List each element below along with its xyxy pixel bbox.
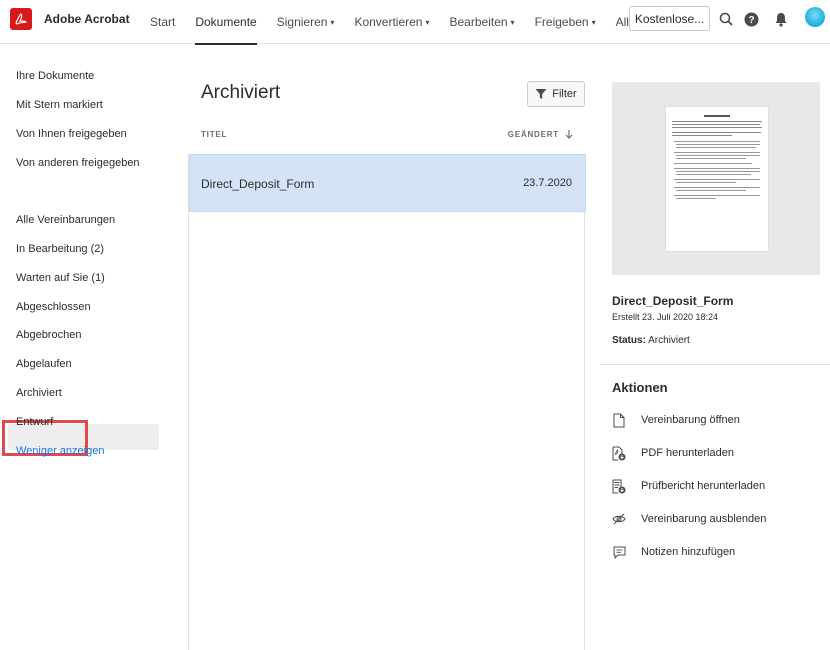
nav-dokumente[interactable]: Dokumente: [195, 0, 258, 45]
sidebar-item-von-ihnen-freigegeben[interactable]: Von Ihnen freigegeben: [16, 128, 127, 140]
acrobat-logo-icon: [10, 8, 32, 30]
row-date: 23.7.2020: [523, 177, 572, 189]
detail-panel: Direct_Deposit_Form Erstellt 23. Juli 20…: [600, 44, 830, 650]
document-thumbnail[interactable]: [612, 82, 820, 275]
status-label: Status:: [612, 335, 646, 346]
column-header-title[interactable]: TITEL: [201, 130, 227, 139]
sidebar-item-in-bearbeitung[interactable]: In Bearbeitung (2): [16, 243, 104, 255]
nav-konvertieren[interactable]: Konvertieren ▾: [354, 0, 429, 44]
sidebar-item-archiviert[interactable]: Archiviert: [16, 387, 62, 399]
top-navigation-bar: Adobe Acrobat Start Dokumente Signieren ▾…: [0, 0, 830, 45]
divider: [600, 364, 830, 365]
sidebar-item-mit-stern[interactable]: Mit Stern markiert: [16, 99, 103, 111]
document-icon: [612, 412, 626, 428]
nav-freigeben[interactable]: Freigeben ▾: [535, 0, 596, 44]
pdf-download-icon: [612, 445, 626, 461]
document-name: Direct_Deposit_Form: [612, 294, 734, 308]
thumbnail-page: [666, 107, 768, 251]
sort-down-icon: [565, 130, 573, 139]
chevron-down-icon: ▾: [591, 17, 596, 27]
action-open-agreement[interactable]: Vereinbarung öffnen: [612, 411, 740, 429]
sidebar: Ihre Dokumente Mit Stern markiert Von Ih…: [0, 44, 170, 650]
avatar[interactable]: [805, 7, 825, 27]
sidebar-item-entwurf[interactable]: Entwurf: [16, 416, 53, 428]
comment-icon: [612, 544, 626, 560]
bell-icon[interactable]: [773, 11, 789, 27]
document-created: Erstellt 23. Juli 2020 18:24: [612, 312, 719, 322]
sidebar-item-warten-auf-sie[interactable]: Warten auf Sie (1): [16, 272, 105, 284]
show-less-link[interactable]: Weniger anzeigen: [16, 445, 104, 457]
actions-title: Aktionen: [612, 380, 668, 395]
svg-text:?: ?: [748, 15, 754, 26]
column-header-modified[interactable]: GEÄNDERT: [508, 130, 573, 139]
action-add-notes[interactable]: Notizen hinzufügen: [612, 543, 735, 561]
action-hide-agreement[interactable]: Vereinbarung ausblenden: [612, 510, 766, 528]
table-row[interactable]: Direct_Deposit_Form 23.7.2020: [189, 154, 586, 212]
chevron-down-icon: ▾: [330, 17, 335, 27]
filter-icon: [535, 89, 547, 99]
action-download-pdf[interactable]: PDF herunterladen: [612, 444, 734, 462]
page-title: Archiviert: [201, 82, 281, 103]
brand[interactable]: Adobe Acrobat: [10, 8, 130, 30]
nav-start[interactable]: Start: [150, 0, 175, 44]
nav-bearbeiten[interactable]: Bearbeiten ▾: [450, 0, 515, 44]
document-list: Direct_Deposit_Form 23.7.2020: [188, 154, 586, 650]
sidebar-item-abgeschlossen[interactable]: Abgeschlossen: [16, 301, 91, 313]
sidebar-item-von-anderen-freigegeben[interactable]: Von anderen freigegeben: [16, 157, 140, 169]
app-name: Adobe Acrobat: [44, 12, 130, 26]
chevron-down-icon: ▾: [510, 17, 515, 27]
status-value: Archiviert: [648, 335, 690, 346]
sidebar-item-abgelaufen[interactable]: Abgelaufen: [16, 358, 72, 370]
main-nav: Start Dokumente Signieren ▾ Konvertieren ▾…: [150, 0, 687, 45]
free-trial-button[interactable]: Kostenlose...: [629, 6, 710, 31]
document-list-area: Archiviert Filter TITEL GEÄNDERT Direct_…: [188, 44, 586, 650]
action-download-audit-report[interactable]: Prüfbericht herunterladen: [612, 477, 765, 495]
filter-label: Filter: [552, 88, 577, 100]
sidebar-item-ihre-dokumente[interactable]: Ihre Dokumente: [16, 70, 94, 82]
help-icon[interactable]: ?: [743, 11, 759, 27]
nav-signieren[interactable]: Signieren ▾: [277, 0, 335, 44]
row-title: Direct_Deposit_Form: [201, 177, 315, 191]
eye-hidden-icon: [612, 511, 626, 527]
report-download-icon: [612, 478, 626, 494]
search-icon[interactable]: [718, 11, 734, 27]
sidebar-item-alle-vereinbarungen[interactable]: Alle Vereinbarungen: [16, 214, 115, 226]
filter-button[interactable]: Filter: [527, 81, 585, 107]
document-status: Status: Archiviert: [612, 335, 690, 346]
chevron-down-icon: ▾: [425, 17, 430, 27]
sidebar-item-abgebrochen[interactable]: Abgebrochen: [16, 329, 81, 341]
